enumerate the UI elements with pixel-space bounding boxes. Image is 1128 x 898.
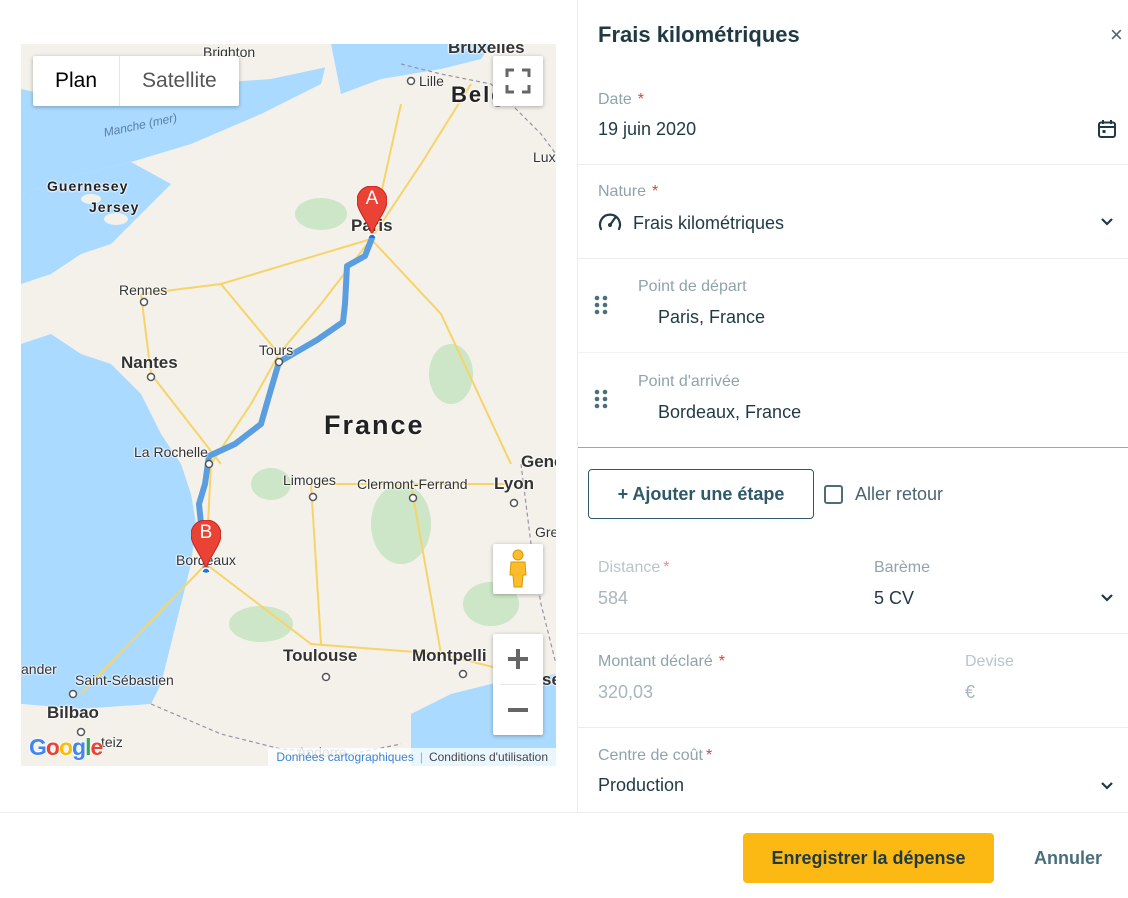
drag-handle-icon[interactable] <box>594 295 608 315</box>
round-trip-label: Aller retour <box>855 484 944 504</box>
fullscreen-icon <box>505 68 531 94</box>
cost-center-value: Production <box>598 775 685 795</box>
start-point-label: Point de départ <box>638 278 747 295</box>
map-label-clermont: Clermont-Ferrand <box>357 476 468 492</box>
amount-label: Montant déclaré * <box>598 653 725 670</box>
end-point-field[interactable]: Point d'arrivée Bordeaux, France <box>578 353 1128 448</box>
cost-center-label: Centre de coût * <box>598 747 713 764</box>
nature-label: Nature * <box>598 183 659 200</box>
date-value: 19 juin 2020 <box>598 119 697 139</box>
map-label-nantes: Nantes <box>121 353 178 372</box>
plus-icon <box>508 649 528 669</box>
panel-title: Frais kilométriques <box>598 22 800 47</box>
nature-field[interactable]: Nature * Frais kilométriques <box>578 165 1128 259</box>
pegman-icon <box>509 549 527 588</box>
date-field[interactable]: Date * 19 juin 2020 <box>578 72 1128 165</box>
map-label-toulouse: Toulouse <box>283 646 358 665</box>
checkbox-icon[interactable] <box>824 485 843 504</box>
map-label-montpellier: Montpelli <box>412 646 487 665</box>
google-logo: Google <box>29 734 103 760</box>
zoom-out-button[interactable] <box>493 685 543 735</box>
distance-label: Distance * <box>598 559 670 576</box>
chevron-down-icon[interactable] <box>1100 593 1114 603</box>
map-attribution: Données cartographiques | Conditions d'u… <box>268 748 556 766</box>
currency-label: Devise <box>965 653 1014 670</box>
amount-row: Montant déclaré * 320,03 Devise € <box>578 634 1128 728</box>
start-point-value: Paris, France <box>658 307 766 327</box>
distance-value: 584 <box>598 588 629 608</box>
map-label-se: se <box>542 670 556 689</box>
terms-link[interactable]: Conditions d'utilisation <box>429 750 548 764</box>
map-label-ander: ander <box>21 661 57 677</box>
bareme-label: Barème <box>874 559 931 576</box>
map-label-france: France <box>324 410 425 440</box>
map-label-saint-sebastien: Saint-Sébastien <box>75 672 174 688</box>
speedometer-icon <box>598 213 622 231</box>
route-map[interactable]: Brighton Bruxelles Lille Belg Lux Manche… <box>21 44 556 766</box>
distance-row: Distance * 584 Barème 5 CV <box>578 540 1128 634</box>
marker-a-label: A <box>365 188 379 209</box>
map-label-guernesey: Guernesey <box>47 178 129 194</box>
map-label-lille: Lille <box>419 73 444 89</box>
cancel-button[interactable]: Annuler <box>1034 848 1102 869</box>
cost-center-field[interactable]: Centre de coût * Production <box>578 728 1128 812</box>
marker-b[interactable]: B <box>190 519 222 577</box>
street-view-button[interactable] <box>493 544 543 594</box>
end-point-label: Point d'arrivée <box>638 373 740 390</box>
map-label-limoges: Limoges <box>283 472 336 488</box>
map-label-tours: Tours <box>259 342 294 358</box>
drag-handle-icon[interactable] <box>594 389 608 409</box>
amount-value: 320,03 <box>598 682 654 702</box>
round-trip-checkbox[interactable]: Aller retour <box>824 484 943 505</box>
map-label-lyon: Lyon <box>494 474 534 493</box>
footer-bar: Enregistrer la dépense Annuler <box>0 812 1128 898</box>
map-label-bilbao: Bilbao <box>47 703 99 722</box>
marker-a[interactable]: A <box>356 185 388 243</box>
map-label-la-rochelle: La Rochelle <box>134 444 208 460</box>
zoom-in-button[interactable] <box>493 634 543 684</box>
nature-value: Frais kilométriques <box>633 213 785 233</box>
chevron-down-icon[interactable] <box>1100 781 1114 791</box>
map-label-gene: Gene <box>521 452 556 471</box>
date-label: Date * <box>598 91 645 108</box>
bareme-value[interactable]: 5 CV <box>874 588 914 609</box>
add-step-button[interactable]: + Ajouter une étape <box>588 469 814 519</box>
map-type-control: Plan Satellite <box>33 56 239 106</box>
minus-icon <box>508 708 528 712</box>
chevron-down-icon[interactable] <box>1100 217 1114 227</box>
map-label-lux: Lux <box>533 149 556 165</box>
map-label-vitoria: teiz <box>101 734 123 750</box>
zoom-control <box>493 634 543 735</box>
map-data-link[interactable]: Données cartographiques <box>276 750 413 764</box>
end-point-value: Bordeaux, France <box>658 402 802 422</box>
currency-value: € <box>965 682 976 702</box>
map-label-jersey: Jersey <box>89 199 140 215</box>
map-type-plan-button[interactable]: Plan <box>33 56 121 106</box>
save-expense-button[interactable]: Enregistrer la dépense <box>743 833 994 883</box>
start-point-field[interactable]: Point de départ Paris, France <box>578 259 1128 353</box>
expense-panel: Frais kilométriques × Date * 19 juin 2020… <box>577 0 1128 812</box>
map-type-satellite-button[interactable]: Satellite <box>120 56 239 106</box>
map-label-rennes: Rennes <box>119 282 168 298</box>
fullscreen-button[interactable] <box>493 56 543 106</box>
map-label-gre: Gre <box>535 524 556 540</box>
close-icon[interactable]: × <box>1110 22 1123 48</box>
marker-b-label: B <box>199 522 213 543</box>
calendar-icon[interactable] <box>1097 119 1117 139</box>
